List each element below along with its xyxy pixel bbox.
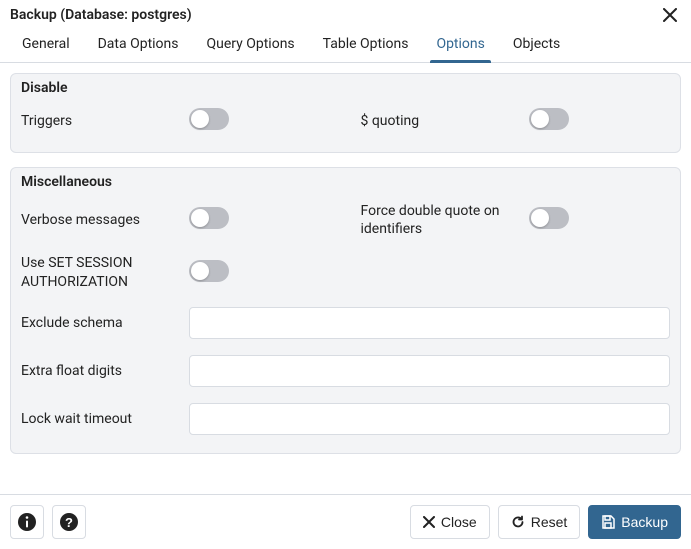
field-label: Extra float digits — [21, 363, 179, 379]
help-button[interactable]: ? — [52, 505, 86, 539]
tabbar: General Data Options Query Options Table… — [0, 28, 691, 63]
field-lock-wait-timeout: Lock wait timeout — [11, 395, 680, 443]
section-title: Disable — [11, 74, 680, 100]
field-force-double-quote: Force double quote on identifiers — [351, 194, 681, 246]
set-session-auth-toggle[interactable] — [189, 260, 229, 282]
extra-float-digits-input[interactable] — [189, 355, 670, 387]
field-label: Exclude schema — [21, 315, 179, 331]
field-extra-float-digits: Extra float digits — [11, 347, 680, 395]
tab-options[interactable]: Options — [422, 28, 498, 62]
backup-dialog: Backup (Database: postgres) General Data… — [0, 0, 691, 549]
field-dollar-quoting: $ quoting — [351, 100, 681, 142]
field-verbose: Verbose messages — [11, 194, 341, 246]
x-icon — [423, 516, 435, 528]
titlebar: Backup (Database: postgres) — [0, 0, 691, 28]
close-icon[interactable] — [659, 6, 681, 24]
reset-icon — [511, 515, 525, 529]
dialog-footer: ? Close Reset Backup — [0, 494, 691, 549]
tab-label: Query Options — [207, 36, 295, 52]
dollar-quoting-toggle[interactable] — [529, 108, 569, 130]
tab-label: Data Options — [98, 36, 179, 52]
button-label: Close — [441, 514, 477, 530]
tab-label: General — [22, 36, 70, 52]
dialog-body: Disable Triggers $ quoting Miscellaneous — [0, 63, 691, 494]
svg-text:?: ? — [65, 515, 73, 530]
dialog-title: Backup (Database: postgres) — [10, 7, 192, 23]
field-label: Use SET SESSION AUTHORIZATION — [21, 254, 179, 290]
button-label: Backup — [621, 514, 668, 530]
field-label: Triggers — [21, 112, 179, 130]
save-icon — [601, 515, 615, 529]
info-button[interactable] — [10, 505, 44, 539]
tab-objects[interactable]: Objects — [499, 28, 574, 62]
triggers-toggle[interactable] — [189, 108, 229, 130]
two-col: Triggers $ quoting — [11, 100, 680, 142]
info-icon — [17, 512, 37, 532]
tab-label: Options — [436, 36, 484, 52]
tab-query-options[interactable]: Query Options — [193, 28, 309, 62]
help-icon: ? — [59, 512, 79, 532]
field-label: Force double quote on identifiers — [361, 202, 519, 238]
field-label: Lock wait timeout — [21, 411, 179, 427]
field-label: Verbose messages — [21, 211, 179, 229]
field-exclude-schema: Exclude schema — [11, 299, 680, 347]
tab-label: Table Options — [323, 36, 409, 52]
backup-button[interactable]: Backup — [588, 505, 681, 539]
tab-general[interactable]: General — [8, 28, 84, 62]
exclude-schema-input[interactable] — [189, 307, 670, 339]
close-button[interactable]: Close — [410, 505, 490, 539]
verbose-toggle[interactable] — [189, 207, 229, 229]
field-label: $ quoting — [361, 112, 519, 130]
two-col: Verbose messages Force double quote on i… — [11, 194, 680, 299]
field-set-session-auth: Use SET SESSION AUTHORIZATION — [11, 246, 341, 298]
lock-wait-timeout-input[interactable] — [189, 403, 670, 435]
section-title: Miscellaneous — [11, 168, 680, 194]
reset-button[interactable]: Reset — [498, 505, 581, 539]
section-miscellaneous: Miscellaneous Verbose messages Force dou… — [10, 167, 681, 454]
tab-label: Objects — [513, 36, 560, 52]
force-double-quote-toggle[interactable] — [529, 207, 569, 229]
field-triggers: Triggers — [11, 100, 341, 142]
button-label: Reset — [531, 514, 568, 530]
tab-data-options[interactable]: Data Options — [84, 28, 193, 62]
tab-table-options[interactable]: Table Options — [309, 28, 423, 62]
section-disable: Disable Triggers $ quoting — [10, 73, 681, 153]
